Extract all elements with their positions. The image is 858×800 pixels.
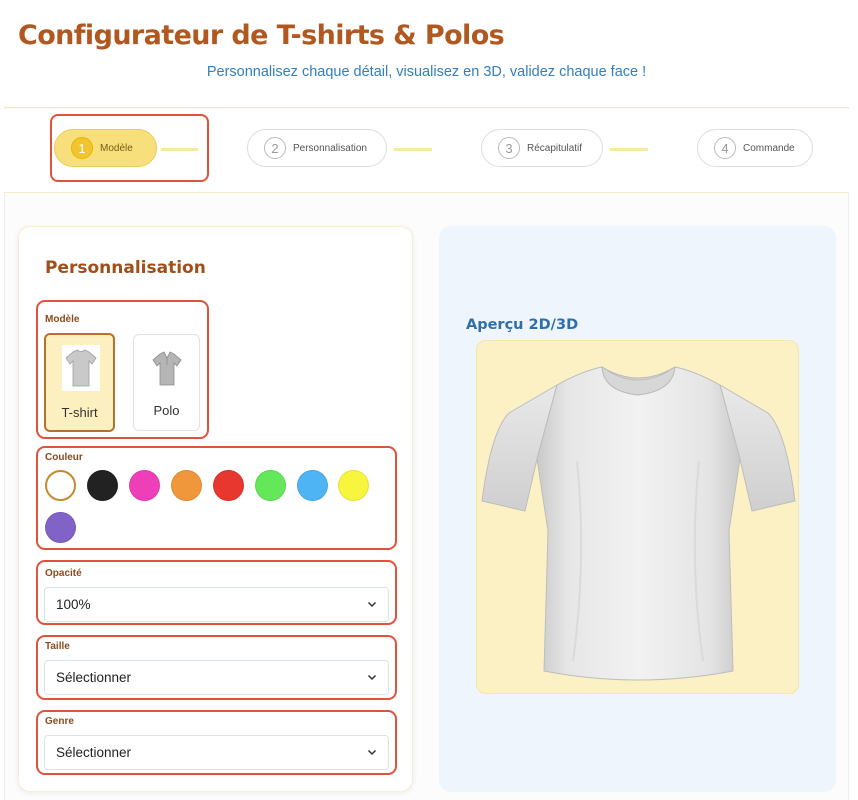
step-order[interactable]: 4 Commande xyxy=(697,129,813,167)
size-label: Taille xyxy=(45,641,70,652)
color-swatch-pink[interactable] xyxy=(129,470,160,501)
color-swatch-purple[interactable] xyxy=(45,512,76,543)
step-summary[interactable]: 3 Récapitulatif xyxy=(481,129,603,167)
polo-icon xyxy=(152,351,182,386)
chevron-down-icon xyxy=(367,601,377,608)
opacity-select[interactable]: 100% xyxy=(44,587,389,622)
preview-panel: Aperçu 2D/3D xyxy=(439,226,836,792)
step-connector xyxy=(394,148,432,151)
page-title: Configurateur de T-shirts & Polos xyxy=(18,20,505,51)
step-number: 2 xyxy=(264,137,286,159)
model-option-label: Polo xyxy=(153,403,180,418)
panel-title: Personnalisation xyxy=(45,258,206,278)
opacity-section: Opacité 100% xyxy=(36,560,397,625)
tshirt-preview-image xyxy=(481,366,796,681)
color-swatch-orange[interactable] xyxy=(171,470,202,501)
stepper: 1 Modèle 2 Personnalisation 3 Récapitula… xyxy=(4,109,849,193)
gender-section: Genre Sélectionner xyxy=(36,710,397,775)
step-number: 4 xyxy=(714,137,736,159)
color-swatch-blue[interactable] xyxy=(297,470,328,501)
model-section: Modèle T-shirt Polo xyxy=(36,300,209,439)
color-swatch-black[interactable] xyxy=(87,470,118,501)
model-label: Modèle xyxy=(45,314,80,325)
gender-value: Sélectionner xyxy=(56,745,132,760)
gender-select[interactable]: Sélectionner xyxy=(44,735,389,770)
model-option-polo[interactable]: Polo xyxy=(133,334,200,431)
color-swatch-green[interactable] xyxy=(255,470,286,501)
page-subtitle: Personnalisez chaque détail, visualisez … xyxy=(206,64,647,80)
step-personalisation[interactable]: 2 Personnalisation xyxy=(247,129,387,167)
preview-canvas[interactable] xyxy=(476,340,799,694)
size-value: Sélectionner xyxy=(56,670,132,685)
size-select[interactable]: Sélectionner xyxy=(44,660,389,695)
chevron-down-icon xyxy=(367,749,377,756)
color-swatch-yellow[interactable] xyxy=(338,470,369,501)
step-model[interactable]: 1 Modèle xyxy=(54,129,157,167)
opacity-label: Opacité xyxy=(45,568,82,579)
size-section: Taille Sélectionner xyxy=(36,635,397,700)
gender-label: Genre xyxy=(45,716,74,727)
model-option-label: T-shirt xyxy=(61,405,98,420)
preview-title: Aperçu 2D/3D xyxy=(466,317,579,333)
step-connector xyxy=(161,148,198,151)
customization-panel: Personnalisation Modèle T-shirt Polo Cou… xyxy=(18,226,413,792)
model-option-tshirt[interactable]: T-shirt xyxy=(44,333,115,432)
step-number: 1 xyxy=(71,137,93,159)
opacity-value: 100% xyxy=(56,597,91,612)
step-connector xyxy=(610,148,648,151)
step-label: Personnalisation xyxy=(293,142,367,154)
step-number: 3 xyxy=(498,137,520,159)
color-section: Couleur xyxy=(36,446,397,550)
color-swatch-red[interactable] xyxy=(213,470,244,501)
color-swatch-white[interactable] xyxy=(45,470,76,501)
tshirt-icon xyxy=(62,345,100,391)
step-label: Modèle xyxy=(100,142,133,154)
step-label: Commande xyxy=(743,142,795,154)
step-label: Récapitulatif xyxy=(527,142,583,154)
color-label: Couleur xyxy=(45,452,83,463)
header: Configurateur de T-shirts & Polos Person… xyxy=(4,0,849,108)
chevron-down-icon xyxy=(367,674,377,681)
